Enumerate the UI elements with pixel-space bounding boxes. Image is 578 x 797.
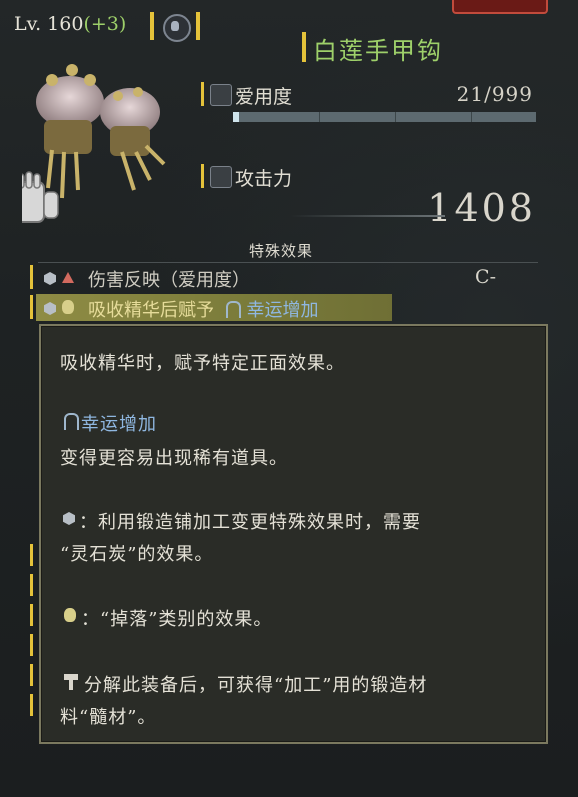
attack-underline bbox=[290, 215, 445, 217]
durability-bar bbox=[233, 112, 536, 122]
attack-icon bbox=[210, 166, 232, 188]
hex-forge-icon bbox=[44, 272, 56, 285]
side-mark bbox=[30, 634, 33, 656]
drop-bag-icon bbox=[64, 608, 76, 622]
red-triangle-icon bbox=[62, 272, 74, 283]
durability-label: 爱用度 bbox=[235, 86, 293, 108]
item-level: Lv. 160(+3) bbox=[14, 13, 126, 35]
effect-main-text: 吸收精华后赋予 bbox=[88, 300, 214, 321]
level-text: Lv. 160 bbox=[14, 13, 84, 35]
durability-value: 21/999 bbox=[456, 82, 533, 106]
attack-label: 攻击力 bbox=[235, 168, 293, 190]
effect-row-damage-reflect[interactable]: 伤害反映（爱用度） C- bbox=[36, 264, 538, 291]
tooltip-description: 吸收精华时，赋予特定正面效果。 bbox=[60, 353, 345, 374]
effect-row-essence-luck[interactable]: 吸收精华后赋予 幸运增加 bbox=[36, 294, 392, 321]
side-mark bbox=[30, 664, 33, 686]
section-divider bbox=[38, 262, 538, 263]
tooltip-forge-note-2: “灵石炭”的效果。 bbox=[60, 544, 214, 565]
side-mark bbox=[30, 604, 33, 626]
row-marker bbox=[30, 265, 33, 289]
tooltip-forge-note: ：利用锻造铺加工变更特殊效果时，需要 bbox=[79, 512, 421, 533]
top-tab-badge[interactable] bbox=[452, 0, 548, 14]
tooltip-effect-name: 幸运增加 bbox=[81, 414, 157, 435]
effect-text: 伤害反映（爱用度） bbox=[88, 270, 250, 291]
side-mark bbox=[30, 544, 33, 566]
luck-arch-icon bbox=[64, 413, 79, 430]
item-artwork bbox=[13, 40, 182, 240]
attack-marker bbox=[201, 164, 204, 188]
drop-bag-icon bbox=[62, 300, 74, 314]
bar-tick bbox=[319, 112, 320, 122]
level-bonus: (+3) bbox=[83, 13, 127, 35]
attack-value: 1408 bbox=[427, 186, 536, 230]
name-marker bbox=[302, 32, 306, 62]
tooltip-dismantle-note: 分解此装备后，可获得“加工”用的锻造材 bbox=[84, 675, 428, 696]
effect-grade: C- bbox=[475, 266, 496, 288]
clan-emblem-icon bbox=[163, 14, 191, 42]
level-divider bbox=[150, 12, 154, 40]
effect-suffix: 幸运增加 bbox=[246, 300, 319, 321]
tooltip-drop-note: ：“掉落”类别的效果。 bbox=[81, 609, 273, 630]
durability-bar-fill bbox=[233, 112, 240, 122]
hammer-icon bbox=[64, 674, 78, 690]
bar-tick bbox=[471, 112, 472, 122]
tooltip-dismantle-note-2: 料“髓材”。 bbox=[60, 707, 157, 728]
special-effects-title: 特殊效果 bbox=[249, 242, 314, 260]
hex-forge-icon bbox=[44, 302, 56, 315]
side-mark bbox=[30, 574, 33, 596]
row-marker bbox=[30, 295, 33, 319]
claw-weapon-image bbox=[13, 64, 166, 223]
side-mark bbox=[30, 694, 33, 716]
luck-arch-icon bbox=[225, 301, 241, 318]
durability-marker bbox=[201, 82, 204, 106]
bar-tick bbox=[395, 112, 396, 122]
emblem-divider bbox=[196, 12, 200, 40]
tooltip-effect-desc: 变得更容易出现稀有道具。 bbox=[60, 448, 288, 469]
durability-icon bbox=[210, 84, 232, 106]
item-name: 白莲手甲钩 bbox=[313, 37, 443, 65]
effect-text: 吸收精华后赋予 幸运增加 bbox=[88, 296, 318, 322]
